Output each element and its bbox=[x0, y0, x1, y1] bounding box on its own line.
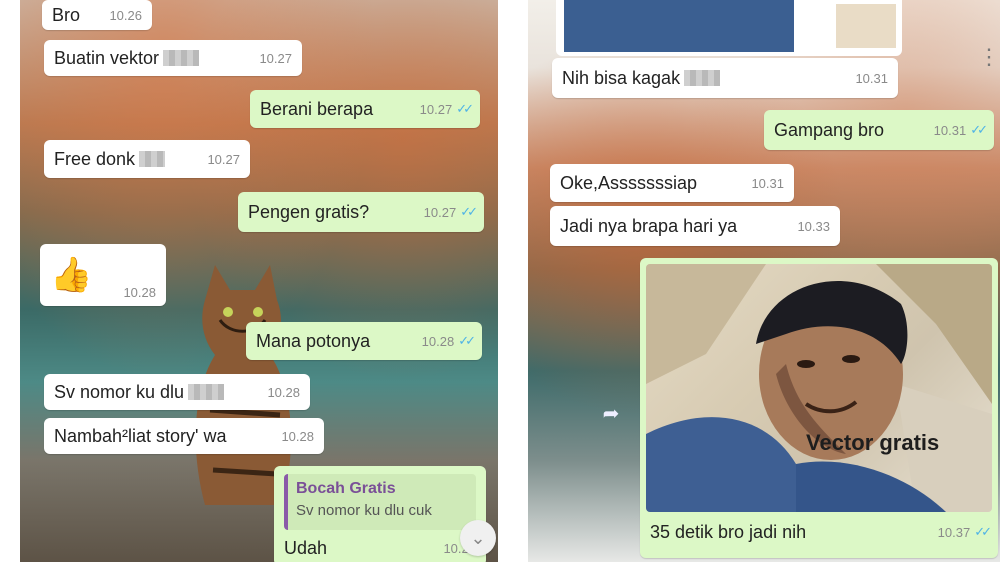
message-incoming[interactable]: Oke,Asssssssiap 10.31 bbox=[550, 164, 794, 202]
image-caption-row: 35 detik bro jadi nih 10.37 ✓✓ bbox=[646, 512, 992, 552]
image-watermark: Vector gratis bbox=[806, 430, 940, 455]
message-outgoing[interactable]: Pengen gratis? 10.27 ✓✓ bbox=[238, 192, 484, 232]
message-outgoing[interactable]: Berani berapa 10.27 ✓✓ bbox=[250, 90, 480, 128]
message-outgoing[interactable]: Mana potonya 10.28 ✓✓ bbox=[246, 322, 482, 360]
message-text: Mana potonya bbox=[256, 330, 371, 351]
redacted-blur bbox=[684, 70, 721, 86]
double-chevron-down-icon: ⌄ bbox=[470, 527, 486, 548]
scroll-down-button[interactable]: ⌄ bbox=[460, 520, 496, 556]
vertical-dots-icon[interactable]: ⋮ bbox=[978, 46, 1000, 68]
message-time: 10.31 bbox=[933, 122, 967, 138]
message-text: Berani berapa bbox=[260, 98, 374, 119]
message-text: Sv nomor ku dlu bbox=[54, 381, 185, 402]
message-text: Bro bbox=[52, 4, 81, 25]
forward-arrow-icon[interactable]: ➦ bbox=[598, 400, 624, 426]
message-incoming[interactable]: Jadi nya brapa hari ya 10.33 bbox=[550, 206, 840, 246]
message-incoming[interactable]: Buatin vektor 10.27 bbox=[44, 40, 302, 76]
left-chat-screenshot: Bro 10.26 Buatin vektor 10.27 Berani ber… bbox=[20, 0, 498, 562]
read-ticks-icon: ✓✓ bbox=[456, 101, 474, 116]
photo-thumbnail bbox=[564, 0, 794, 52]
message-time: 10.27 bbox=[259, 50, 292, 66]
redacted-blur bbox=[188, 384, 225, 400]
vector-portrait-image[interactable]: Vector gratis bbox=[646, 264, 992, 512]
read-ticks-icon: ✓✓ bbox=[974, 524, 992, 539]
message-incoming[interactable]: Bro 10.26 bbox=[42, 0, 152, 30]
message-time: 10.27 bbox=[207, 151, 240, 167]
image-message-top[interactable] bbox=[556, 0, 902, 56]
message-text: Free donk bbox=[54, 148, 136, 169]
message-time: 10.26 bbox=[109, 7, 142, 23]
quoted-message[interactable]: Bocah Gratis Sv nomor ku dlu cuk bbox=[284, 474, 476, 530]
read-ticks-icon: ✓✓ bbox=[970, 122, 988, 137]
read-ticks-icon: ✓✓ bbox=[460, 204, 478, 219]
message-time: 10.27 bbox=[423, 204, 457, 220]
message-text: Pengen gratis? bbox=[248, 201, 370, 222]
message-time: 10.28 bbox=[267, 384, 300, 400]
message-text: Udah bbox=[284, 538, 328, 558]
message-text: Nih bisa kagak bbox=[562, 67, 681, 88]
message-incoming[interactable]: Nih bisa kagak 10.31 bbox=[552, 58, 898, 98]
message-time: 10.33 bbox=[797, 218, 830, 234]
quoted-text: Sv nomor ku dlu cuk bbox=[296, 502, 432, 519]
message-incoming[interactable]: Sv nomor ku dlu 10.28 bbox=[44, 374, 310, 410]
thumbs-up-icon: 👍 bbox=[50, 256, 93, 294]
message-incoming[interactable]: Nambah²liat story' wa 10.28 bbox=[44, 418, 324, 454]
read-ticks-icon: ✓✓ bbox=[458, 333, 476, 348]
portrait-illustration bbox=[646, 264, 992, 512]
message-time: 10.27 bbox=[419, 101, 453, 117]
message-time: 10.31 bbox=[855, 70, 888, 86]
message-incoming-emoji[interactable]: 👍 10.28 bbox=[40, 244, 166, 306]
message-time: 10.37 bbox=[937, 524, 971, 540]
quoted-sender-name: Bocah Gratis bbox=[296, 480, 396, 497]
message-outgoing[interactable]: Gampang bro 10.31 ✓✓ bbox=[764, 110, 994, 150]
message-text: Gampang bro bbox=[774, 119, 885, 140]
image-message-outgoing[interactable]: Vector gratis 35 detik bro jadi nih 10.3… bbox=[640, 258, 998, 558]
message-time: 10.31 bbox=[751, 175, 784, 191]
reply-message-outgoing[interactable]: Bocah Gratis Sv nomor ku dlu cuk Udah 10… bbox=[274, 466, 486, 562]
photo-thumbnail-detail bbox=[836, 4, 896, 48]
message-text: Buatin vektor bbox=[54, 47, 160, 68]
message-time: 10.28 bbox=[421, 333, 455, 349]
message-text: Oke,Asssssssiap bbox=[560, 172, 698, 193]
redacted-blur bbox=[163, 50, 200, 66]
image-caption: 35 detik bro jadi nih bbox=[650, 521, 807, 542]
message-incoming[interactable]: Free donk 10.27 bbox=[44, 140, 250, 178]
message-time: 10.28 bbox=[123, 285, 156, 300]
redacted-blur bbox=[139, 151, 166, 167]
message-text: Nambah²liat story' wa bbox=[54, 425, 227, 446]
message-text: Jadi nya brapa hari ya bbox=[560, 215, 738, 236]
message-time: 10.28 bbox=[281, 428, 314, 444]
right-chat-screenshot: ⋮ Nih bisa kagak 10.31 Gampang bro 10.31… bbox=[528, 0, 1000, 562]
